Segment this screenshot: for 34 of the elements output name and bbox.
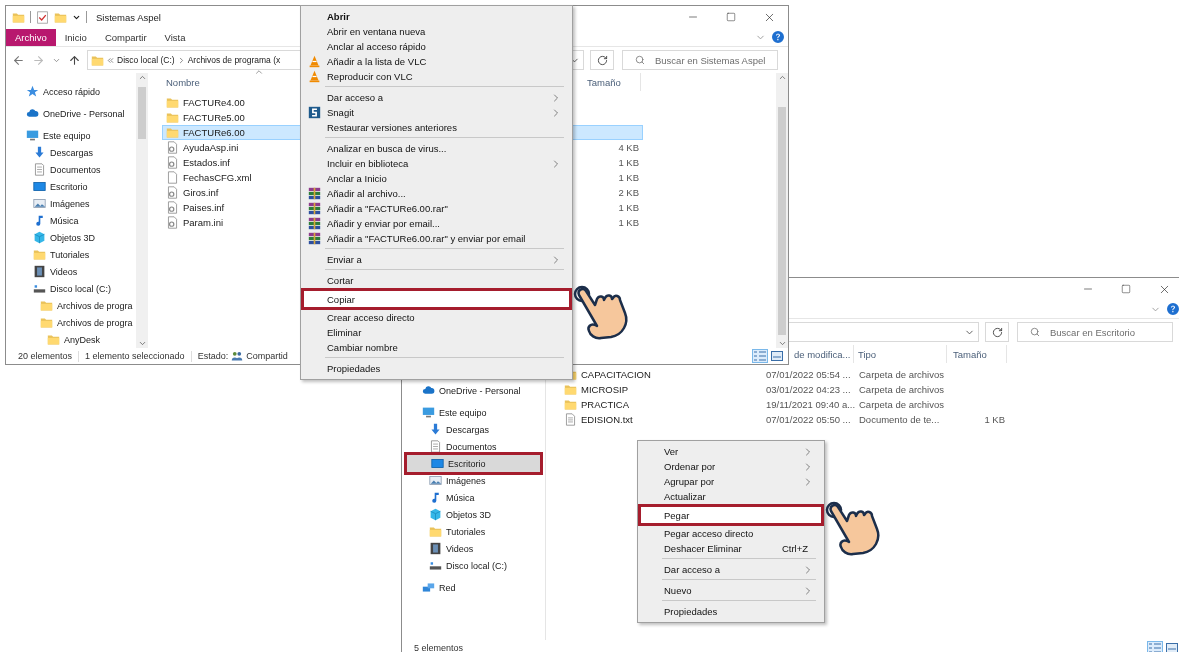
size-cell-text: 4 KB [617,142,640,153]
file-name: Paises.inf [183,202,225,213]
date-cell-text: 19/11/2021 09:40 a... [765,399,855,410]
status-text: 20 elementos [18,351,73,361]
size-cell-text: 1 KB [617,217,640,228]
status-text: 5 elementos [414,643,464,652]
size-cell-text: 1 KB [617,157,640,168]
type-cell-text: Carpeta de archivos [858,384,946,395]
window-title: Sistemas Aspel [96,11,161,23]
date-cell-text: 07/01/2022 05:54 ... [765,369,852,380]
status-label: Estado: [197,351,229,361]
size-cell-text: 1 KB [617,172,640,183]
size-cell-text: 2 KB [617,187,640,198]
file-name: FACTURe4.00 [183,97,245,108]
file-name: FechasCFG.xml [183,172,252,183]
file-name: Giros.inf [183,187,219,198]
file-name: PRACTICA [581,399,630,410]
file-name: AyudaAsp.ini [183,142,239,153]
date-cell-text: 07/01/2022 05:50 ... [765,414,852,425]
file-name: FACTURe5.00 [183,112,245,123]
size-cell-text: 1 KB [617,202,640,213]
file-name: FACTURe6.00 [183,127,245,138]
type-cell-text: Carpeta de archivos [858,369,946,380]
file-name: MICROSIP [581,384,628,395]
status-value: Compartid [246,351,288,361]
type-cell-text: Documento de te... [858,414,941,425]
type-cell-text: Carpeta de archivos [858,399,946,410]
file-name: Estados.inf [183,157,230,168]
file-name: EDISION.txt [581,414,633,425]
size-cell-text: 1 KB [983,414,1006,425]
date-cell-text: 03/01/2022 04:23 ... [765,384,852,395]
file-name: CAPACITACION [581,369,651,380]
status-text: 1 elemento seleccionado [85,351,185,361]
file-name: Param.ini [183,217,224,228]
